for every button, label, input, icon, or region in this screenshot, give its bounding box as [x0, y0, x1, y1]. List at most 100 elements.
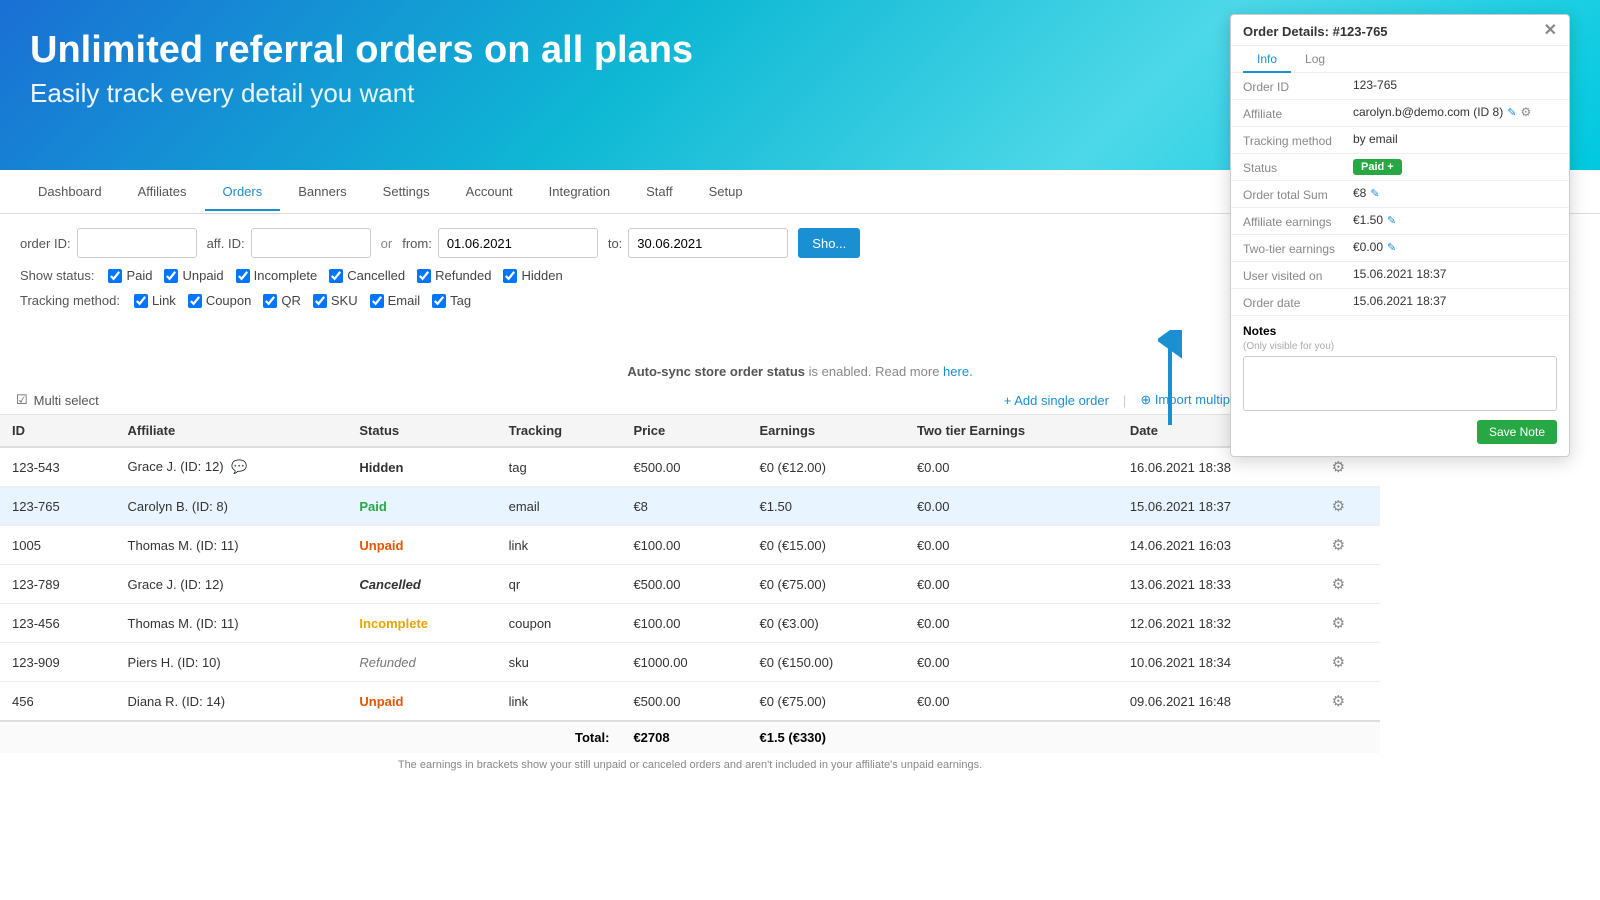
nav-tab-affiliates[interactable]: Affiliates	[120, 174, 205, 211]
table-row: 123-543 Grace J. (ID: 12) 💬 Hidden tag €…	[0, 447, 1380, 487]
cell-price: €100.00	[621, 604, 747, 643]
cell-gear[interactable]: ⚙	[1320, 487, 1380, 526]
add-single-order-button[interactable]: + Add single order	[1004, 393, 1109, 408]
cell-id: 123-909	[0, 643, 116, 682]
autosync-link[interactable]: here.	[943, 364, 973, 379]
detail-aff-earnings-value: €1.50 ✎	[1353, 213, 1557, 227]
nav-tab-setup[interactable]: Setup	[691, 174, 761, 211]
status-paid-badge[interactable]: Paid +	[1353, 159, 1402, 175]
notes-textarea[interactable]	[1243, 356, 1557, 411]
save-note-button[interactable]: Save Note	[1477, 420, 1557, 444]
order-id-input[interactable]	[77, 228, 197, 258]
nav-tab-banners[interactable]: Banners	[280, 174, 364, 211]
cell-id: 456	[0, 682, 116, 722]
nav-tab-account[interactable]: Account	[448, 174, 531, 211]
nav-tab-orders[interactable]: Orders	[205, 174, 281, 211]
cell-gear[interactable]: ⚙	[1320, 565, 1380, 604]
panel-tab-log[interactable]: Log	[1291, 46, 1339, 73]
multi-select-button[interactable]: ☑ Multi select	[16, 392, 99, 408]
tracking-sku-checkbox[interactable]: SKU	[313, 293, 358, 308]
two-tier-edit-icon[interactable]: ✎	[1387, 241, 1396, 254]
tracking-checkboxes: Link Coupon QR SKU Email Tag	[134, 293, 471, 308]
row-gear-icon[interactable]: ⚙	[1332, 693, 1345, 710]
tracking-coupon-checkbox[interactable]: Coupon	[188, 293, 252, 308]
nav-tab-dashboard[interactable]: Dashboard	[20, 174, 120, 211]
show-status-label: Show status:	[20, 268, 94, 283]
nav-tab-settings[interactable]: Settings	[365, 174, 448, 211]
show-button[interactable]: Sho...	[798, 228, 860, 258]
detail-user-visited: User visited on 15.06.2021 18:37	[1231, 262, 1569, 289]
affiliate-edit-icon[interactable]: ✎	[1507, 106, 1516, 119]
detail-affiliate-earnings: Affiliate earnings €1.50 ✎	[1231, 208, 1569, 235]
from-input[interactable]	[438, 228, 598, 258]
cell-gear[interactable]: ⚙	[1320, 526, 1380, 565]
orders-table: ID Affiliate Status Tracking Price Earni…	[0, 415, 1380, 777]
tracking-qr-checkbox[interactable]: QR	[263, 293, 301, 308]
row-gear-icon[interactable]: ⚙	[1332, 537, 1345, 554]
cell-tracking: email	[497, 487, 622, 526]
status-unpaid-checkbox[interactable]: Unpaid	[164, 268, 223, 283]
row-gear-icon[interactable]: ⚙	[1332, 459, 1345, 476]
row-gear-icon[interactable]: ⚙	[1332, 498, 1345, 515]
status-value: Incomplete	[359, 616, 428, 631]
cell-date: 12.06.2021 18:32	[1118, 604, 1320, 643]
detail-order-date: Order date 15.06.2021 18:37	[1231, 289, 1569, 316]
cell-status: Unpaid	[347, 526, 496, 565]
tracking-tag-checkbox[interactable]: Tag	[432, 293, 471, 308]
panel-close-button[interactable]: ✕	[1544, 23, 1557, 39]
cell-earnings: €0 (€150.00)	[747, 643, 904, 682]
nav-tab-staff[interactable]: Staff	[628, 174, 691, 211]
comment-icon[interactable]: 💬	[231, 459, 247, 474]
order-id-label: order ID:	[20, 236, 71, 251]
aff-id-input[interactable]	[251, 228, 371, 258]
cell-id: 123-789	[0, 565, 116, 604]
col-tracking: Tracking	[497, 415, 622, 447]
cell-tracking: tag	[497, 447, 622, 487]
panel-body: Order ID 123-765 Affiliate carolyn.b@dem…	[1231, 73, 1569, 456]
status-paid-checkbox[interactable]: Paid	[108, 268, 152, 283]
totals-end	[905, 721, 1380, 753]
cell-status: Unpaid	[347, 682, 496, 722]
detail-affiliate-label: Affiliate	[1243, 105, 1353, 121]
cell-id: 123-543	[0, 447, 116, 487]
to-input[interactable]	[628, 228, 788, 258]
to-label: to:	[608, 236, 622, 251]
col-affiliate: Affiliate	[116, 415, 348, 447]
status-refunded-checkbox[interactable]: Refunded	[417, 268, 491, 283]
detail-affiliate-value: carolyn.b@demo.com (ID 8) ✎ ⚙	[1353, 105, 1557, 119]
row-gear-icon[interactable]: ⚙	[1332, 615, 1345, 632]
status-hidden-checkbox[interactable]: Hidden	[503, 268, 562, 283]
cell-date: 10.06.2021 18:34	[1118, 643, 1320, 682]
cell-earnings: €0 (€75.00)	[747, 682, 904, 722]
affiliate-gear-icon[interactable]: ⚙	[1520, 105, 1531, 119]
tracking-link-checkbox[interactable]: Link	[134, 293, 176, 308]
status-cancelled-checkbox[interactable]: Cancelled	[329, 268, 405, 283]
detail-user-visited-label: User visited on	[1243, 267, 1353, 283]
cell-gear[interactable]: ⚙	[1320, 682, 1380, 722]
from-filter: from:	[402, 228, 598, 258]
cell-id: 1005	[0, 526, 116, 565]
cell-affiliate: Grace J. (ID: 12)	[116, 565, 348, 604]
status-incomplete-checkbox[interactable]: Incomplete	[236, 268, 318, 283]
status-value: Cancelled	[359, 577, 420, 592]
nav-tab-integration[interactable]: Integration	[531, 174, 628, 211]
cell-status: Incomplete	[347, 604, 496, 643]
multi-select-label: Multi select	[34, 393, 99, 408]
tracking-email-checkbox[interactable]: Email	[370, 293, 421, 308]
cell-affiliate: Thomas M. (ID: 11)	[116, 604, 348, 643]
order-total-edit-icon[interactable]: ✎	[1370, 187, 1379, 200]
panel-title: Order Details: #123-765	[1243, 24, 1388, 39]
detail-order-total: Order total Sum €8 ✎	[1231, 181, 1569, 208]
detail-status-label: Status	[1243, 159, 1353, 175]
table-row: 456 Diana R. (ID: 14) Unpaid link €500.0…	[0, 682, 1380, 722]
row-gear-icon[interactable]: ⚙	[1332, 654, 1345, 671]
cell-two-tier: €0.00	[905, 447, 1118, 487]
cell-gear[interactable]: ⚙	[1320, 643, 1380, 682]
cell-gear[interactable]: ⚙	[1320, 604, 1380, 643]
aff-earnings-edit-icon[interactable]: ✎	[1387, 214, 1396, 227]
detail-order-id: Order ID 123-765	[1231, 73, 1569, 100]
order-id-filter: order ID:	[20, 228, 197, 258]
row-gear-icon[interactable]: ⚙	[1332, 576, 1345, 593]
detail-two-tier-value: €0.00 ✎	[1353, 240, 1557, 254]
panel-tab-info[interactable]: Info	[1243, 46, 1291, 73]
